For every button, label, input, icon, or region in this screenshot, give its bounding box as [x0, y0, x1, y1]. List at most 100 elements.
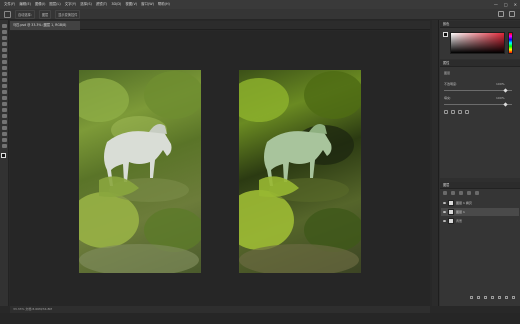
pen-icon[interactable] — [1, 108, 7, 112]
marquee-icon[interactable] — [1, 30, 7, 34]
color-swatches[interactable] — [0, 153, 8, 161]
minimize-icon[interactable]: — — [494, 0, 498, 9]
auto-select-checkbox[interactable]: 自动选择: — [15, 9, 35, 19]
link-layers-icon[interactable] — [470, 296, 473, 299]
menu-3d[interactable]: 3D(D) — [111, 0, 121, 9]
zoom-icon[interactable] — [1, 138, 7, 142]
filter-text-icon[interactable] — [467, 191, 471, 195]
color-panel-title[interactable]: 颜色 — [440, 21, 520, 28]
layer-row-background[interactable]: 背景 — [441, 217, 519, 225]
taskbar-strip — [0, 313, 520, 324]
lasso-icon[interactable] — [1, 36, 7, 40]
move-tool-icon[interactable] — [4, 10, 11, 18]
close-icon[interactable]: ✕ — [514, 0, 517, 9]
fill-slider[interactable] — [444, 102, 512, 107]
menu-view[interactable]: 视图(V) — [125, 0, 137, 9]
color-panel: 颜色 — [440, 21, 520, 59]
menu-select[interactable]: 选择(S) — [80, 0, 92, 9]
auto-select-target-dropdown[interactable]: 图层 — [38, 9, 52, 19]
horse-forest-image — [79, 71, 201, 273]
menu-type[interactable]: 文字(Y) — [65, 0, 77, 9]
show-transform-controls-checkbox[interactable]: 显示变换控件 — [55, 9, 81, 19]
new-adjustment-icon[interactable] — [491, 296, 494, 299]
photo-edited — [239, 70, 361, 273]
move-tool-icon[interactable] — [1, 24, 7, 28]
color-picker-field[interactable] — [450, 32, 505, 54]
filter-pixel-icon[interactable] — [451, 191, 455, 195]
layer-name[interactable]: 图层 1 — [456, 210, 465, 214]
healing-icon[interactable] — [1, 60, 7, 64]
layer-name[interactable]: 图层 1 拷贝 — [456, 201, 472, 205]
eye-icon[interactable] — [443, 220, 446, 222]
photo-original — [79, 70, 201, 273]
blur-icon[interactable] — [1, 96, 7, 100]
layer-row-copy[interactable]: 图层 1 拷贝 — [441, 199, 519, 207]
color-preview-swatch[interactable] — [443, 32, 448, 37]
menu-help[interactable]: 帮助(H) — [158, 0, 170, 9]
stamp-icon[interactable] — [1, 72, 7, 76]
trash-icon[interactable] — [512, 296, 515, 299]
adjust-icon[interactable] — [458, 110, 462, 114]
fx-icon[interactable] — [477, 296, 480, 299]
add-mask-icon[interactable] — [484, 296, 487, 299]
dodge-icon[interactable] — [1, 102, 7, 106]
filter-adjust-icon[interactable] — [459, 191, 463, 195]
options-bar: 自动选择: 图层 显示变换控件 — [0, 9, 520, 20]
panel-icon-column — [432, 20, 439, 306]
quick-select-icon[interactable] — [1, 42, 7, 46]
canvas-area[interactable] — [10, 31, 430, 306]
menu-file[interactable]: 文件(F) — [4, 0, 15, 9]
delete-icon[interactable] — [465, 110, 469, 114]
mask-icon[interactable] — [451, 110, 455, 114]
photoshop-window: 文件(F) 编辑(E) 图像(I) 图层(L) 文字(Y) 选择(S) 滤镜(T… — [0, 0, 520, 324]
brush-icon[interactable] — [1, 66, 7, 70]
layer-thumbnail — [448, 200, 454, 206]
path-select-icon[interactable] — [1, 120, 7, 124]
menu-image[interactable]: 图像(I) — [35, 0, 45, 9]
document-tab[interactable]: 马匹.psd @ 33.3% (图层 1, RGB/8) — [10, 21, 80, 30]
lock-icon[interactable] — [475, 191, 479, 195]
new-layer-icon[interactable] — [505, 296, 508, 299]
link-icon[interactable] — [444, 110, 448, 114]
opacity-slider-knob[interactable] — [503, 88, 508, 93]
eye-icon[interactable] — [443, 211, 446, 213]
properties-panel: 属性 图层 不透明度: 100% 填充: 100% — [440, 60, 520, 178]
workspace-icon[interactable] — [509, 11, 515, 17]
menu-edit[interactable]: 编辑(E) — [19, 0, 31, 9]
horse-forest-image-edited — [239, 71, 361, 273]
layer-row-selected[interactable]: 图层 1 — [441, 208, 519, 216]
eraser-icon[interactable] — [1, 84, 7, 88]
fill-slider-knob[interactable] — [503, 102, 508, 107]
layer-thumbnail — [448, 209, 454, 215]
fill-value[interactable]: 100% — [496, 96, 505, 100]
hand-icon[interactable] — [1, 132, 7, 136]
maximize-icon[interactable]: □ — [504, 0, 508, 9]
properties-panel-title[interactable]: 属性 — [440, 60, 520, 67]
foreground-color[interactable] — [0, 153, 6, 158]
opacity-label: 不透明度: — [444, 82, 458, 86]
eye-icon[interactable] — [443, 202, 446, 204]
menu-bar: 文件(F) 编辑(E) 图像(I) 图层(L) 文字(Y) 选择(S) 滤镜(T… — [0, 0, 520, 9]
filter-kind-icon[interactable] — [443, 191, 447, 195]
document-tab-bar: 马匹.psd @ 33.3% (图层 1, RGB/8) — [10, 21, 430, 30]
text-icon[interactable] — [1, 114, 7, 118]
eyedropper-icon[interactable] — [1, 54, 7, 58]
menu-filter[interactable]: 滤镜(T) — [96, 0, 108, 9]
opacity-value[interactable]: 100% — [496, 82, 505, 86]
gradient-icon[interactable] — [1, 90, 7, 94]
hue-slider[interactable] — [508, 32, 513, 54]
layers-footer — [470, 296, 515, 299]
layers-panel: 图层 图层 1 拷贝 图层 1 背景 — [440, 182, 520, 306]
menu-window[interactable]: 窗口(W) — [141, 0, 154, 9]
tools-panel — [0, 20, 9, 306]
layer-name[interactable]: 背景 — [456, 219, 462, 223]
menu-layer[interactable]: 图层(L) — [49, 0, 60, 9]
shape-icon[interactable] — [1, 126, 7, 130]
more-tools-icon[interactable] — [1, 144, 7, 148]
opacity-slider[interactable] — [444, 88, 512, 93]
new-group-icon[interactable] — [498, 296, 501, 299]
search-icon[interactable] — [498, 11, 504, 17]
crop-icon[interactable] — [1, 48, 7, 52]
history-brush-icon[interactable] — [1, 78, 7, 82]
layers-panel-title[interactable]: 图层 — [440, 182, 520, 189]
